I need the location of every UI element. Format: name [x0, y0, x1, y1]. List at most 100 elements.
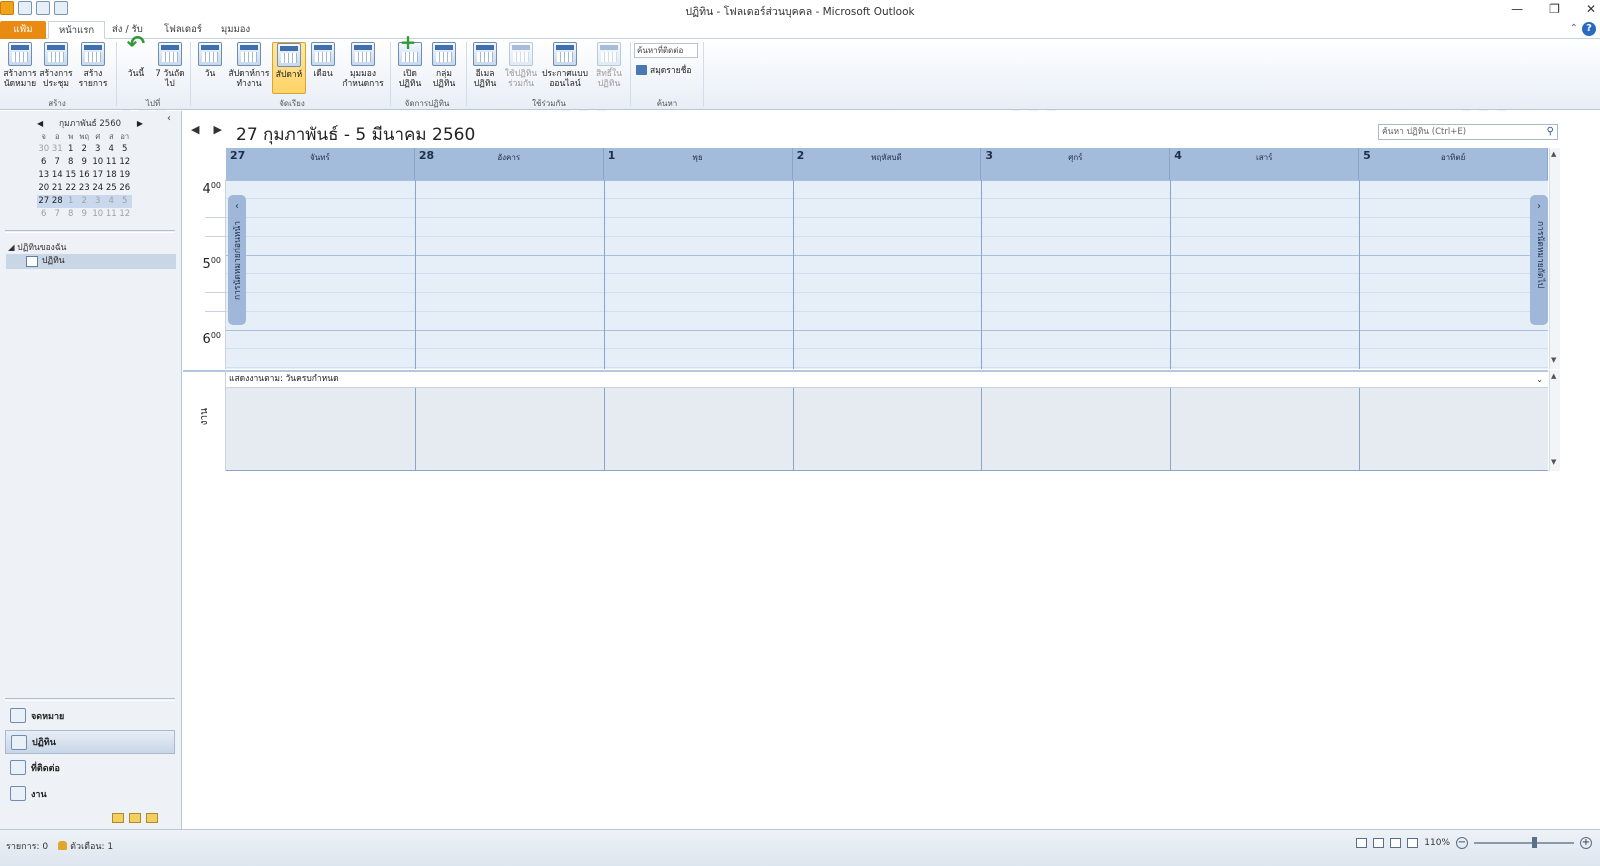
- close-button[interactable]: ✕: [1586, 2, 1596, 16]
- mini-cal-day[interactable]: 19: [118, 169, 132, 182]
- nav-mail-button[interactable]: จดหมาย: [5, 704, 175, 728]
- today-button[interactable]: วันนี้: [122, 40, 150, 94]
- new-items-button[interactable]: สร้างรายการ: [75, 42, 111, 94]
- mini-cal-day[interactable]: 11: [105, 156, 119, 169]
- mini-cal-day[interactable]: 16: [78, 169, 92, 182]
- mini-cal-day[interactable]: 15: [64, 169, 78, 182]
- nav-calendar-button[interactable]: ปฏิทิน: [5, 730, 175, 754]
- mini-cal-day[interactable]: 5: [118, 195, 132, 208]
- tab-home[interactable]: หน้าแรก: [48, 21, 106, 39]
- mini-cal-day[interactable]: 11: [105, 208, 119, 221]
- minimize-ribbon-icon[interactable]: ⌃: [1570, 23, 1578, 34]
- tasks-grid[interactable]: [226, 388, 1548, 471]
- tab-view[interactable]: มุมมอง: [211, 21, 260, 39]
- mini-cal-day[interactable]: 12: [118, 156, 132, 169]
- mini-cal-day[interactable]: 8: [64, 208, 78, 221]
- mini-cal-day[interactable]: 2: [78, 143, 92, 156]
- mini-cal-day[interactable]: 7: [51, 156, 65, 169]
- nav-contacts-button[interactable]: ที่ติดต่อ: [5, 756, 175, 780]
- tab-folder[interactable]: โฟลเดอร์: [154, 21, 212, 39]
- tasks-arrange-bar[interactable]: แสดงงานตาม: วันครบกำหนด ⌄: [226, 370, 1548, 388]
- mini-cal-day[interactable]: 10: [91, 156, 105, 169]
- publish-online-button[interactable]: ประกาศแบบออนไลน์: [541, 42, 589, 94]
- scroll-down-icon[interactable]: ▼: [1551, 356, 1556, 364]
- time-grid-scrollbar[interactable]: ▲ ▼: [1549, 148, 1560, 369]
- mini-cal-day[interactable]: 27: [37, 195, 51, 208]
- time-grid[interactable]: [226, 180, 1548, 369]
- mini-cal-day[interactable]: 23: [78, 182, 92, 195]
- address-book-button[interactable]: สมุดรายชื่อ: [636, 63, 692, 77]
- folder-list-icon[interactable]: [129, 813, 141, 823]
- tasks-scrollbar[interactable]: ▲ ▼: [1549, 370, 1560, 471]
- month-view-button[interactable]: เดือน: [308, 42, 338, 94]
- next-appointment-tab[interactable]: › การนัดหมายถัดไป: [1530, 195, 1548, 325]
- mini-cal-day[interactable]: 24: [91, 182, 105, 195]
- restore-button[interactable]: ❐: [1549, 2, 1560, 16]
- mini-cal-day[interactable]: 14: [51, 169, 65, 182]
- mini-cal-day[interactable]: 12: [118, 208, 132, 221]
- calendar-view-icon[interactable]: [1390, 838, 1402, 848]
- mini-cal-day[interactable]: 10: [91, 208, 105, 221]
- calendar-groups-button[interactable]: กลุ่มปฏิทิน: [428, 42, 460, 94]
- mini-cal-day[interactable]: 1: [64, 143, 78, 156]
- collapse-nav-icon[interactable]: ‹: [167, 113, 171, 124]
- help-icon[interactable]: ?: [1582, 22, 1596, 36]
- new-appointment-button[interactable]: สร้างการนัดหมาย: [3, 42, 37, 94]
- mini-cal-day[interactable]: 25: [105, 182, 119, 195]
- mini-cal-day[interactable]: 8: [64, 156, 78, 169]
- share-calendar-button[interactable]: ใช้ปฏิทินร่วมกัน: [503, 42, 539, 94]
- mini-cal-day[interactable]: 4: [104, 195, 118, 208]
- mini-cal-day[interactable]: 7: [51, 208, 65, 221]
- calendar-tree-item[interactable]: ปฏิทิน: [6, 254, 176, 269]
- week-view-button[interactable]: สัปดาห์: [272, 42, 306, 94]
- notes-icon[interactable]: [112, 813, 124, 823]
- day-header[interactable]: 3 ศุกร์: [981, 148, 1171, 180]
- mini-cal-day[interactable]: 21: [51, 182, 65, 195]
- zoom-in-button[interactable]: +: [1580, 837, 1592, 849]
- schedule-view-button[interactable]: มุมมองกำหนดการ: [340, 42, 386, 94]
- day-view-button[interactable]: วัน: [196, 42, 224, 94]
- mini-cal-next-icon[interactable]: ▶: [137, 119, 143, 128]
- next-7-days-button[interactable]: 7 วันถัดไป: [155, 42, 185, 94]
- previous-appointment-tab[interactable]: ‹ การนัดหมายก่อนหน้า: [228, 195, 246, 325]
- day-header[interactable]: 4 เสาร์: [1170, 148, 1360, 180]
- shortcuts-icon[interactable]: [146, 813, 158, 823]
- search-icon[interactable]: ⚲: [1547, 125, 1554, 139]
- work-week-view-button[interactable]: สัปดาห์การทำงาน: [228, 42, 270, 94]
- mini-cal-prev-icon[interactable]: ◀: [37, 119, 43, 128]
- mini-cal-day[interactable]: 1: [64, 195, 78, 208]
- mini-cal-day[interactable]: 17: [91, 169, 105, 182]
- scroll-up-icon[interactable]: ▲: [1551, 150, 1556, 158]
- next-week-icon[interactable]: ▶: [213, 123, 221, 136]
- scroll-up-icon[interactable]: ▲: [1551, 372, 1556, 380]
- mini-cal-day[interactable]: 4: [105, 143, 119, 156]
- mini-cal-day[interactable]: 6: [37, 208, 51, 221]
- day-header[interactable]: 28 อังคาร: [414, 148, 604, 180]
- zoom-slider[interactable]: [1474, 837, 1574, 848]
- find-contact-dropdown[interactable]: ค้นหาที่ติดต่อ: [634, 43, 698, 58]
- calendar-permissions-button[interactable]: สิทธิ์ในปฏิทิน: [592, 42, 626, 94]
- tab-file[interactable]: แฟ้ม: [0, 21, 46, 39]
- reading-view-icon[interactable]: [1407, 838, 1419, 848]
- calendar-search-input[interactable]: ค้นหา ปฏิทิน (Ctrl+E) ⚲: [1378, 124, 1558, 140]
- mini-cal-day[interactable]: 22: [64, 182, 78, 195]
- mini-cal-day[interactable]: 28: [50, 195, 64, 208]
- minimize-button[interactable]: —: [1511, 2, 1523, 16]
- day-header[interactable]: 2 พฤหัสบดี: [792, 148, 982, 180]
- email-calendar-button[interactable]: อีเมลปฏิทิน: [470, 42, 500, 94]
- mini-cal-day[interactable]: 26: [118, 182, 132, 195]
- mini-cal-day[interactable]: 3: [91, 143, 105, 156]
- mini-cal-day[interactable]: 2: [77, 195, 91, 208]
- mini-cal-day[interactable]: 6: [37, 156, 51, 169]
- zoom-out-button[interactable]: −: [1456, 837, 1468, 849]
- day-header[interactable]: 27 จันทร์: [226, 148, 415, 180]
- list-view-icon[interactable]: [1373, 838, 1385, 848]
- nav-tasks-button[interactable]: งาน: [5, 782, 175, 806]
- open-calendar-button[interactable]: เปิดปฏิทิน: [394, 37, 426, 94]
- day-header[interactable]: 1 พุธ: [603, 148, 793, 180]
- chevron-down-icon[interactable]: ⌄: [1536, 372, 1543, 387]
- previous-week-icon[interactable]: ◀: [191, 123, 199, 136]
- mini-cal-day[interactable]: 18: [105, 169, 119, 182]
- mini-cal-day[interactable]: 13: [37, 169, 51, 182]
- reminders-status[interactable]: ตัวเตือน: 1: [58, 839, 113, 853]
